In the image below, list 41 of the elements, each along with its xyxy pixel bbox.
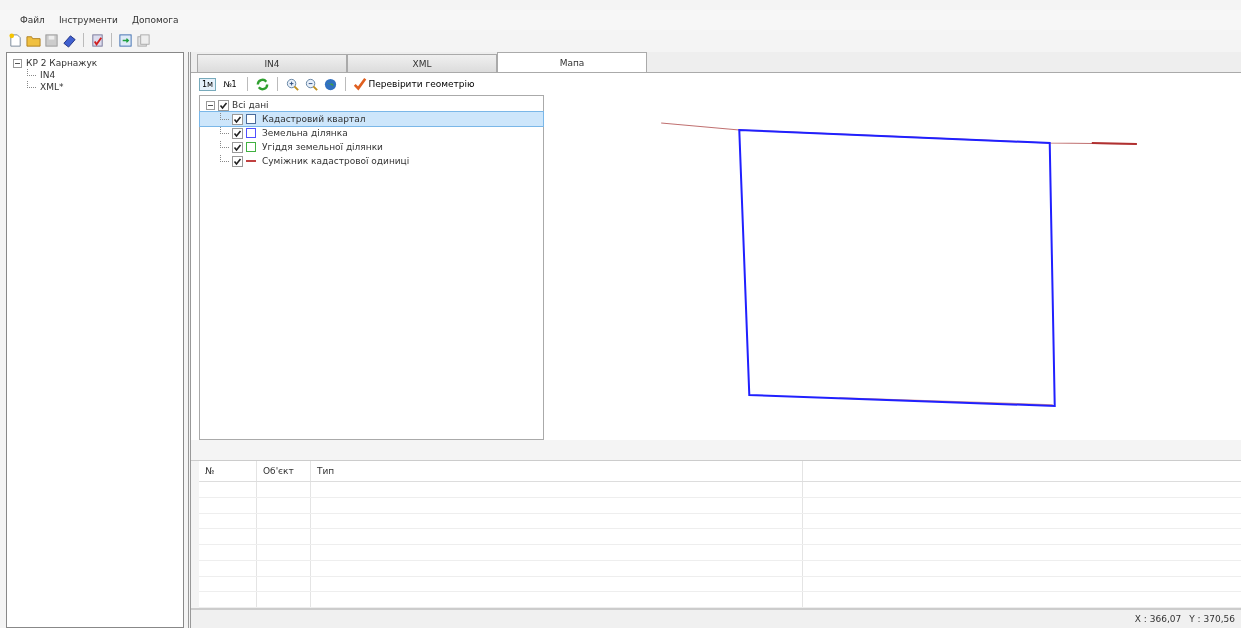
document-check-icon[interactable] xyxy=(90,32,105,48)
menu-item[interactable]: Допомога xyxy=(131,15,179,25)
toolbar-button[interactable]: №1 xyxy=(220,77,240,91)
layer-label: Угіддя земельної ділянки xyxy=(262,142,383,152)
checkbox[interactable] xyxy=(232,155,243,167)
layer-row[interactable]: Суміжник кадастрової одиниці xyxy=(200,154,543,168)
zoom-out-icon[interactable] xyxy=(303,76,319,92)
collapse-icon[interactable] xyxy=(13,58,22,68)
column-header[interactable]: № xyxy=(199,461,257,482)
tree-item[interactable]: XML* xyxy=(40,82,64,92)
column-header[interactable]: Тип xyxy=(311,461,803,482)
layer-label: Кадастровий квартал xyxy=(262,114,366,124)
zoom-in-icon[interactable] xyxy=(284,76,300,92)
x-coordinate: X : 366,07 xyxy=(1134,614,1182,624)
tree-item[interactable]: КР 2 Карнажук xyxy=(26,58,98,68)
collapse-icon[interactable] xyxy=(206,100,215,110)
tab[interactable]: XML xyxy=(347,54,497,72)
tab[interactable]: IN4 xyxy=(197,54,347,72)
checkbox[interactable] xyxy=(218,99,229,111)
layer-label: Земельна ділянка xyxy=(262,128,348,138)
export-icon[interactable] xyxy=(118,32,133,48)
layer-row[interactable]: Земельна ділянка xyxy=(200,126,543,140)
layer-label[interactable]: Всі дані xyxy=(232,100,269,110)
globe-icon[interactable] xyxy=(322,76,338,92)
checkbox[interactable] xyxy=(232,141,243,153)
tree-item[interactable]: IN4 xyxy=(40,70,56,80)
column-header[interactable]: Об'єкт xyxy=(257,461,311,482)
checkbox[interactable] xyxy=(232,127,243,139)
tab[interactable]: Мапа xyxy=(497,52,647,72)
menu-item[interactable]: Файл xyxy=(20,15,45,25)
menu-item[interactable]: Інструменти xyxy=(58,15,118,25)
checkbox[interactable] xyxy=(232,113,243,125)
toolbar-button[interactable]: 1м xyxy=(199,77,217,91)
layer-label: Суміжник кадастрової одиниці xyxy=(262,156,410,166)
layer-row[interactable]: Угіддя земельної ділянки xyxy=(200,140,543,154)
check-geometry-button[interactable]: Перевірити геометрію xyxy=(352,77,475,91)
layer-row[interactable]: Кадастровий квартал xyxy=(200,112,543,126)
checkmark-icon xyxy=(352,77,367,91)
eraser-icon[interactable] xyxy=(62,32,77,48)
y-coordinate: Y : 370,56 xyxy=(1189,614,1235,624)
refresh-icon[interactable] xyxy=(254,76,270,92)
